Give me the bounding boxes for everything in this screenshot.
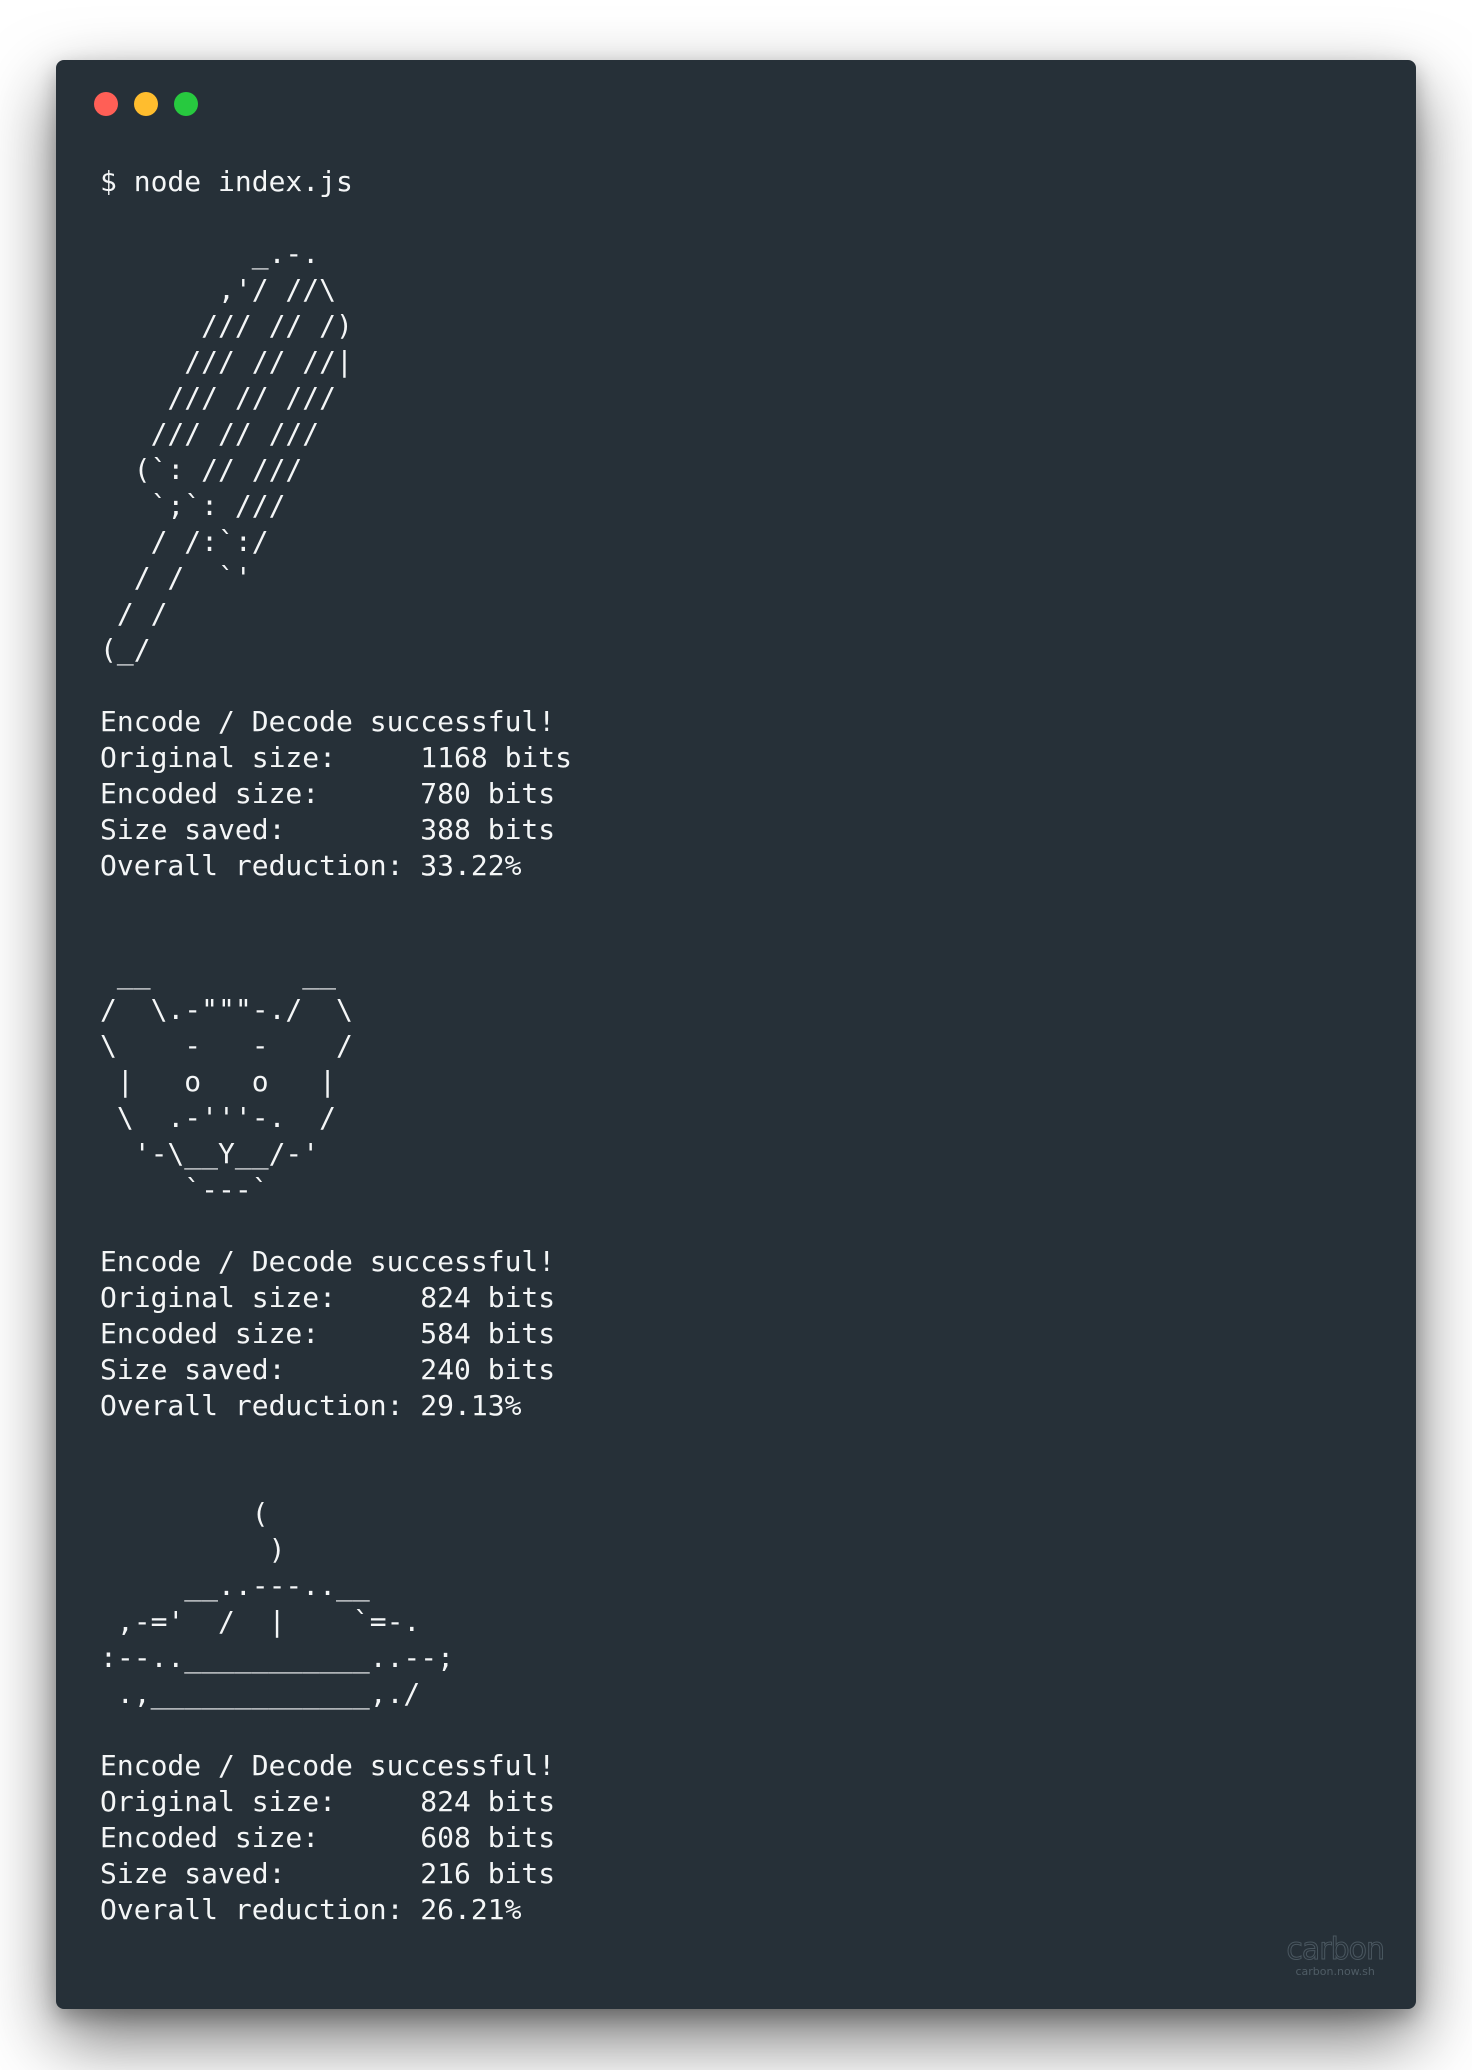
carbon-logo: carbon	[1286, 1932, 1386, 1967]
terminal-line: $ node index.js	[100, 165, 353, 198]
terminal-line: /// // ///	[100, 417, 320, 450]
terminal-output: $ node index.js _.-. ,'/ //\ /// // /) /…	[100, 164, 572, 1928]
terminal-line: / / `'	[100, 561, 252, 594]
terminal-window: $ node index.js _.-. ,'/ //\ /// // /) /…	[56, 60, 1416, 2009]
carbon-watermark: carbon carbon.now.sh	[1286, 1932, 1386, 1979]
terminal-line: Size saved: 388 bits	[100, 813, 556, 846]
terminal-line: | o o |	[100, 1065, 337, 1098]
minimize-window-button[interactable]	[134, 92, 158, 116]
carbon-url: carbon.now.sh	[1295, 1965, 1375, 1978]
terminal-line: .,_____________,./	[100, 1677, 421, 1710]
terminal-line: Overall reduction: 29.13%	[100, 1389, 522, 1422]
terminal-line: Encode / Decode successful!	[100, 705, 556, 738]
terminal-line: /// // ///	[100, 381, 337, 414]
terminal-line: \ .-'''-. /	[100, 1101, 337, 1134]
terminal-line: (_/	[100, 633, 151, 666]
terminal-line: ,-=' / | `=-.	[100, 1605, 421, 1638]
terminal-line: )	[100, 1533, 286, 1566]
terminal-line: / /:`:/	[100, 525, 269, 558]
close-window-button[interactable]	[94, 92, 118, 116]
terminal-line: (	[100, 1497, 269, 1530]
terminal-line: __..---..__	[100, 1569, 370, 1602]
terminal-line: \ - - /	[100, 1029, 353, 1062]
terminal-line: Encoded size: 780 bits	[100, 777, 556, 810]
terminal-line: Original size: 824 bits	[100, 1785, 556, 1818]
terminal-line: Original size: 824 bits	[100, 1281, 556, 1314]
terminal-line: Overall reduction: 33.22%	[100, 849, 522, 882]
maximize-window-button[interactable]	[174, 92, 198, 116]
terminal-line: Original size: 1168 bits	[100, 741, 573, 774]
terminal-line: ,'/ //\	[100, 273, 337, 306]
terminal-line: '-\__Y__/-'	[100, 1137, 320, 1170]
terminal-line: `;`: ///	[100, 489, 286, 522]
terminal-line: Overall reduction: 26.21%	[100, 1893, 522, 1926]
terminal-line: Encode / Decode successful!	[100, 1245, 556, 1278]
terminal-line: Size saved: 216 bits	[100, 1857, 556, 1890]
terminal-line: (`: // ///	[100, 453, 303, 486]
terminal-line: / /	[100, 597, 168, 630]
terminal-line: Encoded size: 584 bits	[100, 1317, 556, 1350]
terminal-line: / \.-"""-./ \	[100, 993, 353, 1026]
terminal-line: Size saved: 240 bits	[100, 1353, 556, 1386]
terminal-line: _.-.	[100, 237, 320, 270]
terminal-line: `---`	[100, 1173, 269, 1206]
terminal-line: Encoded size: 608 bits	[100, 1821, 556, 1854]
terminal-line: Encode / Decode successful!	[100, 1749, 556, 1782]
window-controls	[94, 92, 198, 116]
terminal-line: :--..___________..--;	[100, 1641, 455, 1674]
terminal-line: __ __	[100, 957, 337, 990]
terminal-line: /// // /)	[100, 309, 353, 342]
terminal-line: /// // //|	[100, 345, 353, 378]
